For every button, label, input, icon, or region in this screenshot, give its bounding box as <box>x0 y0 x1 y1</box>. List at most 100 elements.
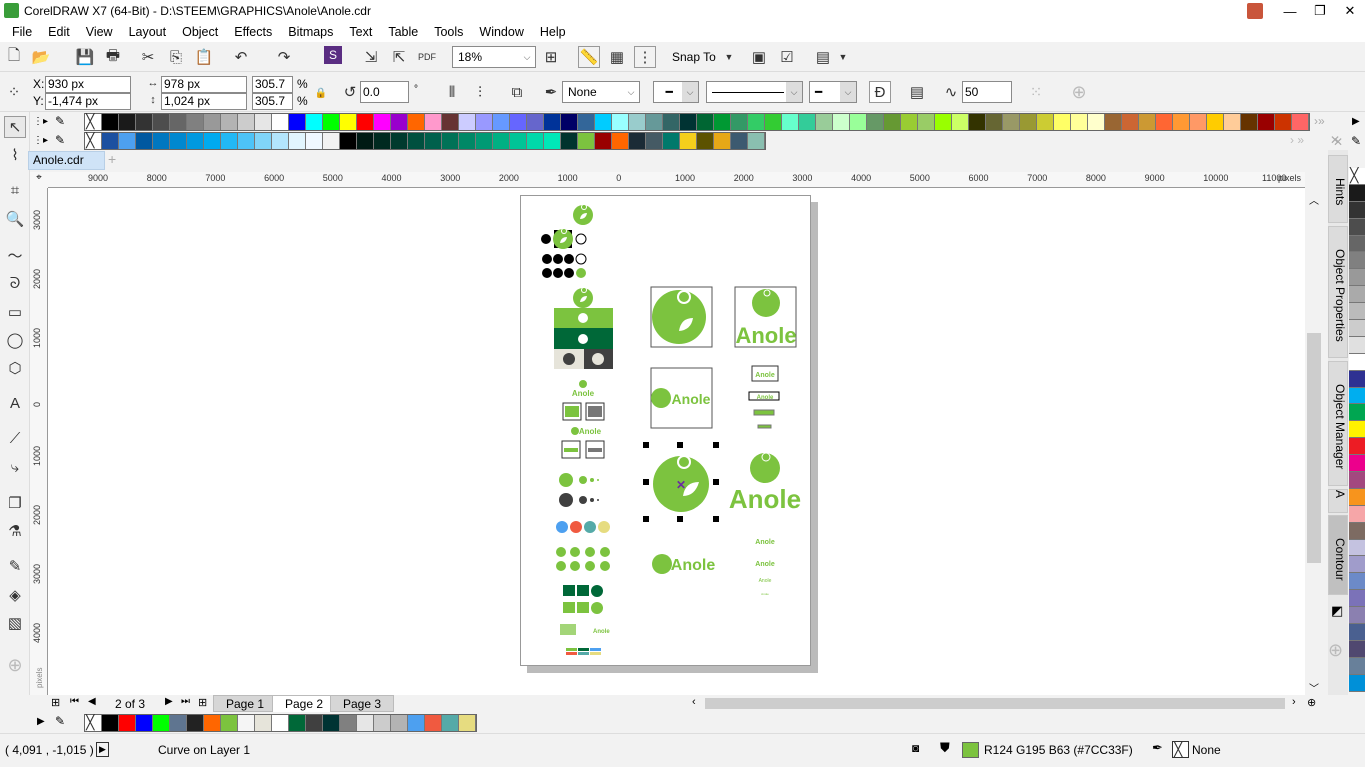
palette-scroll-icon[interactable]: ›» <box>1314 114 1325 128</box>
color-swatch[interactable] <box>476 114 493 130</box>
options-icon[interactable]: ☑ <box>776 46 798 68</box>
color-swatch[interactable] <box>578 133 595 149</box>
color-swatch[interactable] <box>408 114 425 130</box>
ruler-origin-icon[interactable]: ⌖ <box>30 172 48 188</box>
color-swatch[interactable] <box>119 133 136 149</box>
color-swatch[interactable] <box>714 133 731 149</box>
color-swatch[interactable] <box>323 715 340 731</box>
color-swatch[interactable] <box>1349 421 1365 439</box>
color-swatch[interactable] <box>816 114 833 130</box>
color-swatch[interactable] <box>748 114 765 130</box>
no-color-swatch[interactable] <box>85 113 102 130</box>
color-swatch[interactable] <box>340 133 357 149</box>
scale-x-field[interactable]: 305.7 <box>252 76 293 93</box>
application-launcher-icon[interactable]: ▤ <box>812 46 834 68</box>
palette-expand-icon[interactable]: ▶ <box>37 716 45 727</box>
color-swatch[interactable] <box>1349 438 1365 456</box>
horizontal-ruler[interactable]: 9000 8000 7000 6000 5000 4000 3000 2000 1000 0 100… <box>48 172 1305 188</box>
color-swatch[interactable] <box>1349 269 1365 287</box>
color-swatch[interactable] <box>1173 114 1190 130</box>
page-tab-1[interactable]: Page 1 <box>213 695 278 712</box>
color-swatch[interactable] <box>170 715 187 731</box>
color-swatch[interactable] <box>1349 370 1365 388</box>
color-swatch[interactable] <box>1349 252 1365 270</box>
color-proof-icon[interactable]: ◙ <box>912 741 919 755</box>
add-page-after-icon[interactable]: ⊞ <box>198 696 207 709</box>
color-swatch[interactable] <box>136 133 153 149</box>
new-document-icon[interactable]: 🗋 <box>3 46 25 68</box>
color-swatch[interactable] <box>1349 556 1365 574</box>
color-swatch[interactable] <box>1190 114 1207 130</box>
rotation-center-icon[interactable]: ✕ <box>676 478 686 492</box>
color-swatch[interactable] <box>153 114 170 130</box>
color-swatch[interactable] <box>1349 201 1365 219</box>
color-swatch[interactable] <box>935 114 952 130</box>
color-swatch[interactable] <box>782 114 799 130</box>
no-color-swatch[interactable] <box>85 714 102 731</box>
color-swatch[interactable] <box>391 114 408 130</box>
color-swatch[interactable] <box>612 133 629 149</box>
rectangle-tool-icon[interactable]: ▭ <box>4 301 26 323</box>
zoom-tool-icon[interactable]: 🔍 <box>4 208 26 230</box>
color-swatch[interactable] <box>544 114 561 130</box>
eyedropper-icon[interactable]: ✎ <box>55 133 65 147</box>
color-swatch[interactable] <box>680 114 697 130</box>
paste-icon[interactable]: 📋 <box>193 46 215 68</box>
menu-help[interactable]: Help <box>532 25 574 39</box>
palette-scroll-icon[interactable]: › » <box>1290 133 1304 147</box>
reference-point-icon[interactable]: ⁘ <box>3 81 25 103</box>
color-swatch[interactable] <box>1349 590 1365 608</box>
color-swatch[interactable] <box>1349 539 1365 557</box>
color-swatch[interactable] <box>629 114 646 130</box>
color-swatch[interactable] <box>867 114 884 130</box>
snap-to-dropdown[interactable]: Snap To <box>672 50 716 64</box>
fill-color-swatch[interactable] <box>962 742 979 758</box>
freehand-tool-icon[interactable]: 〜 <box>4 244 26 266</box>
color-swatch[interactable] <box>663 114 680 130</box>
corel-connect-icon[interactable]: S <box>324 46 342 64</box>
new-tab-icon[interactable]: + <box>108 151 116 167</box>
smart-fill-icon[interactable]: ▧ <box>4 612 26 634</box>
vertical-scroll-thumb[interactable] <box>1307 333 1321 563</box>
color-swatch[interactable] <box>289 133 306 149</box>
color-swatch[interactable] <box>119 715 136 731</box>
menu-object[interactable]: Object <box>174 25 226 39</box>
color-swatch[interactable] <box>306 133 323 149</box>
menu-view[interactable]: View <box>78 25 121 39</box>
color-swatch[interactable] <box>1349 657 1365 675</box>
color-swatch[interactable] <box>102 114 119 130</box>
import-icon[interactable]: ⇲ <box>360 46 382 68</box>
color-swatch[interactable] <box>408 133 425 149</box>
color-swatch[interactable] <box>1349 573 1365 591</box>
color-swatch[interactable] <box>680 133 697 149</box>
color-palette-right[interactable] <box>1349 167 1365 692</box>
docker-tab-object-manager[interactable]: Object Manager <box>1328 361 1348 486</box>
color-swatch[interactable] <box>1349 353 1365 371</box>
color-swatch[interactable] <box>561 114 578 130</box>
color-swatch[interactable] <box>493 133 510 149</box>
color-swatch[interactable] <box>204 114 221 130</box>
color-palette-default[interactable] <box>84 113 1310 131</box>
color-swatch[interactable] <box>1349 184 1365 202</box>
color-swatch[interactable] <box>1054 114 1071 130</box>
next-page-icon[interactable]: ▶ <box>165 696 173 707</box>
text-tool-icon[interactable]: A <box>4 392 26 414</box>
start-arrowhead-dropdown[interactable]: ━ ⌵ <box>653 81 699 103</box>
outline-none-swatch[interactable] <box>1172 741 1189 758</box>
close-curve-icon[interactable]: Ð <box>869 81 891 103</box>
color-swatch[interactable] <box>527 114 544 130</box>
color-swatch[interactable] <box>1349 303 1365 321</box>
color-swatch[interactable] <box>1241 114 1258 130</box>
color-swatch[interactable] <box>374 133 391 149</box>
color-swatch[interactable] <box>884 114 901 130</box>
outline-width-dropdown[interactable]: None ⌵ <box>562 81 640 103</box>
color-swatch[interactable] <box>306 715 323 731</box>
show-grid-icon[interactable]: ▦ <box>606 46 628 68</box>
drawing-page[interactable]: Anole Anole Anole Anole Anole Anole Anol… <box>520 195 811 666</box>
document-tab[interactable]: Anole.cdr <box>28 151 105 170</box>
color-swatch[interactable] <box>340 114 357 130</box>
color-swatch[interactable] <box>340 715 357 731</box>
menu-window[interactable]: Window <box>471 25 531 39</box>
menu-edit[interactable]: Edit <box>40 25 78 39</box>
color-swatch[interactable] <box>153 133 170 149</box>
